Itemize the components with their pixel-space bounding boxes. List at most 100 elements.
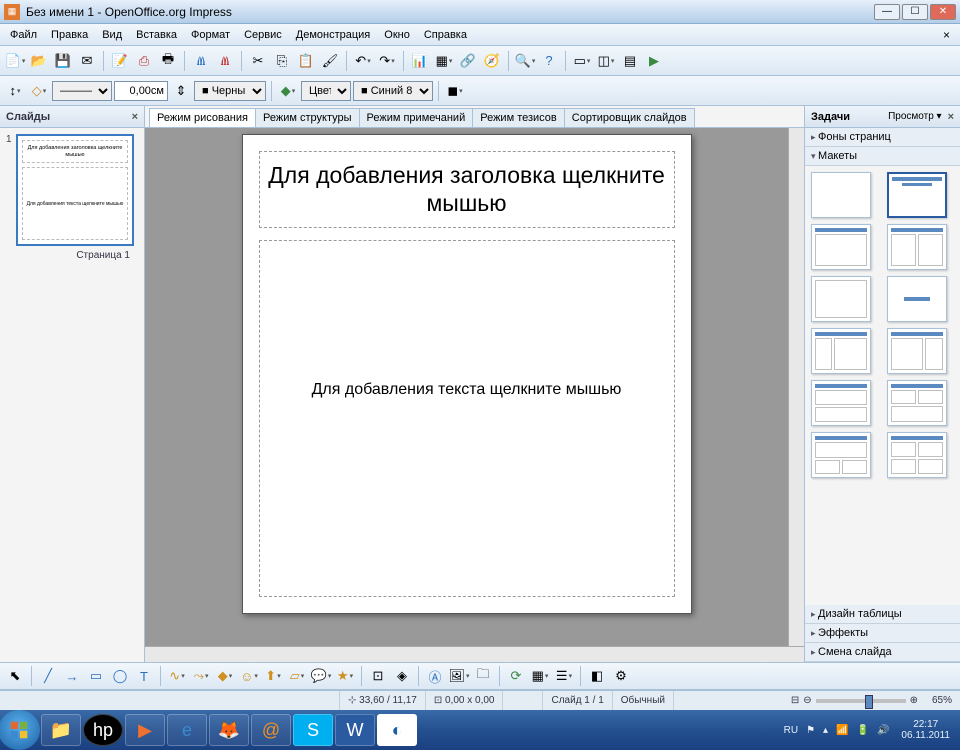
window-minimize-button[interactable]: — <box>874 4 900 20</box>
insert-slide-button[interactable]: ▤ <box>619 50 641 72</box>
slideshow-button[interactable]: ▶ <box>643 50 665 72</box>
menu-view[interactable]: Вид <box>96 27 128 43</box>
group-table-design[interactable]: Дизайн таблицы <box>805 605 960 624</box>
hyperlink-button[interactable]: 🔗 <box>457 50 479 72</box>
connector-tool[interactable]: ⤳ <box>190 665 212 687</box>
layout-content-only[interactable] <box>811 276 871 322</box>
tray-battery-icon[interactable]: 🔋 <box>857 725 869 736</box>
document-close-button[interactable]: × <box>937 28 956 42</box>
basic-shapes-tool[interactable]: ◆ <box>214 665 236 687</box>
rectangle-tool[interactable]: ▭ <box>85 665 107 687</box>
tray-clock[interactable]: 22:17 06.11.2011 <box>897 719 954 741</box>
layout-title-only[interactable] <box>811 224 871 270</box>
group-effects[interactable]: Эффекты <box>805 624 960 643</box>
layout-title-4cell[interactable] <box>887 432 947 478</box>
slide-canvas-area[interactable]: Для добавления заголовка щелкните мышью … <box>145 128 788 646</box>
tray-chevron-icon[interactable]: ▴ <box>823 725 828 736</box>
zoom-button[interactable]: 🔍 <box>514 50 536 72</box>
ellipse-tool[interactable]: ◯ <box>109 665 131 687</box>
taskbar-skype-icon[interactable]: S <box>293 714 333 746</box>
navigator-button[interactable]: 🧭 <box>481 50 503 72</box>
tab-notes[interactable]: Режим примечаний <box>359 108 474 127</box>
export-pdf-button[interactable]: ⎙ <box>133 50 155 72</box>
shadow-button[interactable]: ◼ <box>444 80 466 102</box>
taskbar-mail-icon[interactable]: @ <box>251 714 291 746</box>
help-button[interactable]: ? <box>538 50 560 72</box>
group-transition[interactable]: Смена слайда <box>805 643 960 662</box>
horizontal-scrollbar[interactable] <box>145 646 804 662</box>
glue-points-button[interactable]: ◈ <box>391 665 413 687</box>
layout-title-content[interactable] <box>887 172 947 218</box>
window-close-button[interactable]: ✕ <box>930 4 956 20</box>
taskbar-word-icon[interactable]: W <box>335 714 375 746</box>
layout-title-centered[interactable] <box>887 276 947 322</box>
flowcharts-tool[interactable]: ▱ <box>286 665 308 687</box>
taskbar-media-icon[interactable]: ▶ <box>125 714 165 746</box>
menu-insert[interactable]: Вставка <box>130 27 183 43</box>
auto-spell-button[interactable]: Ⱞ <box>214 50 236 72</box>
redo-button[interactable]: ↷ <box>376 50 398 72</box>
zoom-fit-icon[interactable]: ⊟ <box>791 695 799 706</box>
fill-style-button[interactable]: ◆ <box>277 80 299 102</box>
taskbar-explorer-icon[interactable]: 📁 <box>41 714 81 746</box>
taskbar-hp-icon[interactable]: hp <box>83 714 123 746</box>
layout-title-3cell[interactable] <box>811 432 871 478</box>
align-button[interactable]: ▦ <box>529 665 551 687</box>
line-width-input[interactable] <box>114 81 168 101</box>
tray-action-center-icon[interactable]: ⚑ <box>806 725 815 736</box>
group-page-backgrounds[interactable]: Фоны страниц <box>805 128 960 147</box>
line-dash-select[interactable]: ——— <box>52 81 112 101</box>
fill-color-select[interactable]: ■ Синий 8 <box>353 81 433 101</box>
tab-drawing[interactable]: Режим рисования <box>149 108 256 127</box>
symbol-shapes-tool[interactable]: ☺ <box>238 665 260 687</box>
line-width-spinner[interactable]: ⇕ <box>170 80 192 102</box>
menu-help[interactable]: Справка <box>418 27 473 43</box>
new-button[interactable]: 📄 <box>4 50 26 72</box>
arrange-button[interactable]: ☰ <box>553 665 575 687</box>
paste-button[interactable]: 📋 <box>295 50 317 72</box>
taskbar-firefox-icon[interactable]: 🦊 <box>209 714 249 746</box>
tray-volume-icon[interactable]: 🔊 <box>877 725 889 736</box>
slide-layout-button[interactable]: ▭ <box>571 50 593 72</box>
tab-outline[interactable]: Режим структуры <box>255 108 360 127</box>
print-button[interactable]: 🖶 <box>157 50 179 72</box>
rotate-button[interactable]: ⟳ <box>505 665 527 687</box>
email-button[interactable]: ✉ <box>76 50 98 72</box>
copy-button[interactable]: ⎘ <box>271 50 293 72</box>
arrow-tool[interactable]: → <box>61 665 83 687</box>
fill-type-select[interactable]: Цвет <box>301 81 351 101</box>
tab-sorter[interactable]: Сортировщик слайдов <box>564 108 695 127</box>
layout-title-big-small[interactable] <box>887 328 947 374</box>
group-layouts[interactable]: Макеты <box>805 147 960 166</box>
undo-button[interactable]: ↶ <box>352 50 374 72</box>
taskbar-ie-icon[interactable]: e <box>167 714 207 746</box>
block-arrows-tool[interactable]: ⬆ <box>262 665 284 687</box>
layout-title-two-row[interactable] <box>887 380 947 426</box>
tab-handout[interactable]: Режим тезисов <box>472 108 565 127</box>
tasks-panel-close-button[interactable]: × <box>948 111 954 123</box>
layout-title-left-right[interactable] <box>811 328 871 374</box>
layout-blank[interactable] <box>811 172 871 218</box>
status-zoom[interactable]: 65% <box>932 695 952 706</box>
slide-canvas[interactable]: Для добавления заголовка щелкните мышью … <box>242 134 692 614</box>
menu-file[interactable]: Файл <box>4 27 43 43</box>
select-tool[interactable]: ⬉ <box>4 665 26 687</box>
save-button[interactable]: 💾 <box>52 50 74 72</box>
cut-button[interactable]: ✂ <box>247 50 269 72</box>
edit-points-button[interactable]: ⊡ <box>367 665 389 687</box>
table-button[interactable]: ▦ <box>433 50 455 72</box>
menu-format[interactable]: Формат <box>185 27 236 43</box>
spell-check-button[interactable]: Ⱞ <box>190 50 212 72</box>
open-button[interactable]: 📂 <box>28 50 50 72</box>
edit-file-button[interactable]: 📝 <box>109 50 131 72</box>
window-maximize-button[interactable]: ☐ <box>902 4 928 20</box>
callouts-tool[interactable]: 💬 <box>310 665 332 687</box>
layout-two-row[interactable] <box>811 380 871 426</box>
content-placeholder[interactable]: Для добавления текста щелкните мышью <box>259 240 675 597</box>
stars-tool[interactable]: ★ <box>334 665 356 687</box>
layout-title-two-col[interactable] <box>887 224 947 270</box>
tray-network-icon[interactable]: 📶 <box>836 725 848 736</box>
arrow-style-button[interactable]: ↕ <box>4 80 26 102</box>
from-file-button[interactable]: 🖼 <box>448 665 470 687</box>
tray-lang[interactable]: RU <box>784 725 798 736</box>
